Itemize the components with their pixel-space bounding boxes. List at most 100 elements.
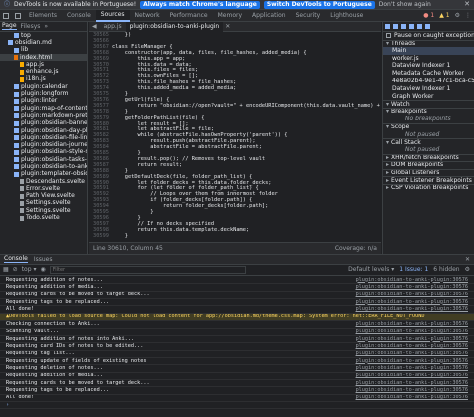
- settings-gear-icon[interactable]: ⚙: [455, 13, 460, 19]
- drawer-tab-console[interactable]: Console: [4, 256, 28, 263]
- error-badge[interactable]: ● 1: [423, 13, 434, 19]
- section-header[interactable]: Watch: [383, 100, 474, 108]
- section-header[interactable]: Breakpoints: [383, 107, 474, 116]
- source-link[interactable]: plugin:obsidian-to-anki-plugin:30576: [356, 336, 474, 342]
- console-prompt[interactable]: ›: [0, 402, 474, 410]
- tab-filesystem[interactable]: Filesys: [21, 23, 41, 30]
- source-link[interactable]: plugin:obsidian-to-anki-plugin:30576: [356, 395, 474, 400]
- thread-item[interactable]: 4e8a02b4-9e1-47c1-bca-c5aee8...: [383, 78, 474, 86]
- message-text: All done!: [6, 306, 35, 312]
- section-header-label: Scope: [391, 123, 410, 131]
- warning-badge[interactable]: ▲ 1: [439, 13, 449, 19]
- switch-language-button[interactable]: Switch DevTools to Portuguese: [263, 0, 375, 9]
- source-link[interactable]: plugin:obsidian-to-anki-plugin:30576: [356, 284, 474, 290]
- section-header[interactable]: Scope: [383, 123, 474, 131]
- close-icon[interactable]: ✕: [464, 1, 470, 8]
- editor-tab-app-js[interactable]: app.js: [100, 22, 126, 32]
- thread-item[interactable]: worker.js: [383, 55, 474, 63]
- tree-folder[interactable]: lib: [0, 47, 87, 54]
- code-lines[interactable]: 30565 }) 30566 30567 class FileManager {305…: [89, 32, 381, 240]
- step-out-icon[interactable]: [409, 24, 414, 29]
- source-link[interactable]: plugin:obsidian-to-anki-plugin:30576: [356, 321, 474, 327]
- tab-security[interactable]: Security: [291, 10, 326, 22]
- source-link[interactable]: plugin:obsidian-to-anki-plugin:30576: [356, 329, 474, 334]
- step-over-icon[interactable]: [393, 24, 398, 29]
- thread-item[interactable]: Graph Worker: [383, 93, 474, 101]
- source-link[interactable]: plugin:obsidian-to-anki-plugin:30576: [356, 306, 474, 312]
- source-link[interactable]: plugin:obsidian-to-anki-plugin:30576: [356, 380, 474, 386]
- console-warning: ▲ DevTools failed to load source map: Co…: [0, 313, 474, 322]
- console-messages: Requesting addition of notes... plugin:ob…: [0, 277, 474, 417]
- source-link[interactable]: plugin:obsidian-to-anki-plugin:30576: [356, 292, 474, 297]
- live-expression-eye-icon[interactable]: ◉: [40, 267, 45, 273]
- section-header[interactable]: CSP Violation Breakpoints: [383, 183, 474, 192]
- folder-icon: [8, 40, 13, 46]
- deactivate-breakpoints-icon[interactable]: [425, 24, 430, 29]
- source-link[interactable]: plugin:obsidian-to-anki-plugin:30576: [356, 358, 474, 364]
- dont-show-again-link[interactable]: Don't show again: [379, 1, 431, 8]
- toggle-navigator-icon[interactable]: ◀: [89, 23, 100, 30]
- match-language-button[interactable]: Always match Chrome's language: [140, 0, 260, 9]
- tab-lighthouse[interactable]: Lighthouse: [325, 10, 368, 22]
- source-link[interactable]: plugin:obsidian-to-anki-plugin:30576: [356, 277, 474, 283]
- step-icon[interactable]: [417, 24, 422, 29]
- inspect-icon[interactable]: [3, 12, 9, 19]
- log-levels-dropdown[interactable]: Default levels ▾: [348, 267, 394, 273]
- tree-file[interactable]: plugin:templater-obsidian: [0, 171, 87, 178]
- file-icon: [14, 55, 18, 61]
- section-header[interactable]: Event Listener Breakpoints: [383, 176, 474, 184]
- folder-icon: [14, 84, 19, 90]
- source-link[interactable]: plugin:obsidian-to-anki-plugin:30576: [356, 365, 474, 371]
- source-link[interactable]: plugin:obsidian-to-anki-plugin:30576: [356, 343, 474, 349]
- tab-application[interactable]: Application: [247, 10, 291, 22]
- step-into-icon[interactable]: [401, 24, 406, 29]
- section-header[interactable]: Threads: [383, 39, 474, 48]
- thread-item[interactable]: Main: [383, 47, 474, 55]
- source-link[interactable]: plugin:obsidian-to-anki-plugin:30576: [356, 373, 474, 378]
- close-tab-icon[interactable]: ✕: [223, 23, 232, 30]
- section-header[interactable]: DOM Breakpoints: [383, 161, 474, 169]
- console-settings-gear-icon[interactable]: ⚙: [465, 267, 470, 273]
- thread-item[interactable]: Dataview Indexer 1: [383, 85, 474, 93]
- source-link[interactable]: plugin:obsidian-to-anki-plugin:30576: [356, 299, 474, 305]
- close-drawer-icon[interactable]: ✕: [465, 256, 474, 263]
- tab-network[interactable]: Network: [130, 10, 165, 22]
- drawer-tab-issues[interactable]: Issues: [34, 256, 53, 263]
- tree-file[interactable]: plugin:obsidian-style-settin: [0, 149, 87, 156]
- console-filter-input[interactable]: [49, 266, 246, 274]
- tab-console[interactable]: Console: [62, 10, 96, 22]
- tree-folder[interactable]: obsidian.md: [0, 39, 87, 46]
- pause-icon[interactable]: [385, 24, 390, 29]
- tab-performance[interactable]: Performance: [165, 10, 213, 22]
- tab-page[interactable]: Page: [2, 23, 17, 30]
- section-header[interactable]: Call Stack: [383, 138, 474, 146]
- section-header[interactable]: XHR/fetch Breakpoints: [383, 153, 474, 162]
- source-link[interactable]: plugin:obsidian-to-anki-plugin:30576: [356, 351, 474, 356]
- tree-file[interactable]: plugin:linter: [0, 98, 87, 105]
- tab-sources[interactable]: Sources: [95, 9, 130, 22]
- editor-tab-plugin[interactable]: plugin:obsidian-to-anki-plugin: [125, 22, 224, 32]
- checkbox-icon[interactable]: [386, 33, 391, 39]
- context-selector[interactable]: top ▾: [22, 267, 37, 273]
- chevron-more-icon[interactable]: »: [44, 23, 48, 30]
- clear-console-icon[interactable]: ⊘: [13, 267, 18, 273]
- pause-on-caught-checkbox[interactable]: Pause on caught exceptions: [383, 32, 474, 40]
- device-toolbar-icon[interactable]: [15, 12, 21, 19]
- thread-item[interactable]: Dataview Indexer 1: [383, 62, 474, 70]
- tree-file[interactable]: plugin:obsidian-banners: [0, 120, 87, 127]
- thread-item[interactable]: Metadata Cache Worker: [383, 70, 474, 78]
- message-text: Requesting addition of media...: [6, 284, 103, 290]
- tab-memory[interactable]: Memory: [213, 10, 247, 22]
- tree-file[interactable]: i18n.js: [0, 76, 87, 83]
- context-value: top: [21, 266, 32, 273]
- sidebar-toggle-icon[interactable]: ▦: [3, 267, 9, 273]
- more-menu-icon[interactable]: ⋮: [465, 13, 471, 19]
- tab-elements[interactable]: Elements: [24, 10, 62, 22]
- section-header[interactable]: Global Listeners: [383, 168, 474, 177]
- source-link[interactable]: plugin:obsidian-to-anki-plugin:30576: [356, 387, 474, 393]
- issues-counter[interactable]: 1 Issue: 1: [399, 267, 428, 273]
- tree-item-label: Path View.svelte: [26, 192, 75, 200]
- folder-icon: [14, 149, 19, 155]
- message-text: Requesting card IDs of notes to be edite…: [6, 343, 144, 349]
- tree-file[interactable]: Todo.svelte: [0, 214, 87, 221]
